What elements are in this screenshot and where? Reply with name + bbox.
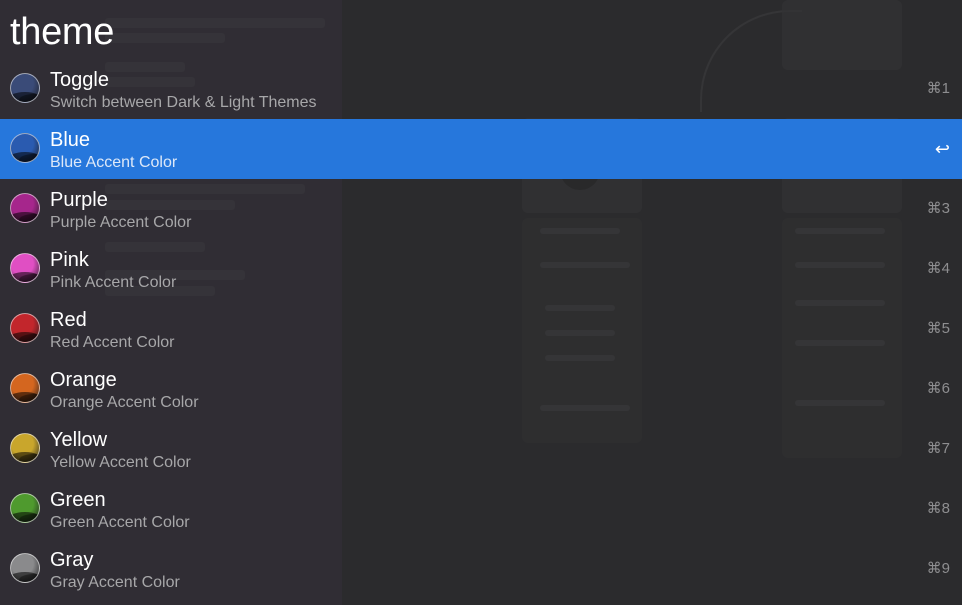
result-row-toggle[interactable]: Toggle Switch between Dark & Light Theme… (0, 59, 962, 119)
yellow-accent-icon (10, 433, 40, 463)
result-shortcut: ⌘7 (926, 440, 950, 457)
result-title: Gray (50, 549, 94, 571)
result-row-pink[interactable]: Pink Pink Accent Color ⌘4 (0, 239, 962, 299)
result-subtitle: Yellow Accent Color (50, 454, 191, 471)
result-subtitle: Green Accent Color (50, 514, 190, 531)
result-subtitle: Purple Accent Color (50, 214, 192, 231)
result-subtitle: Switch between Dark & Light Themes (50, 94, 317, 111)
result-title: Toggle (50, 69, 109, 91)
pink-accent-icon (10, 253, 40, 283)
orange-accent-icon (10, 373, 40, 403)
green-accent-icon (10, 493, 40, 523)
result-subtitle: Red Accent Color (50, 334, 175, 351)
result-shortcut: ⌘3 (926, 200, 950, 217)
search-query-input[interactable]: theme (10, 6, 910, 58)
red-accent-icon (10, 313, 40, 343)
result-subtitle: Pink Accent Color (50, 274, 177, 291)
result-row-yellow[interactable]: Yellow Yellow Accent Color ⌘7 (0, 419, 962, 479)
result-shortcut: ⌘5 (926, 320, 950, 337)
result-shortcut: ⌘9 (926, 560, 950, 577)
result-row-orange[interactable]: Orange Orange Accent Color ⌘6 (0, 359, 962, 419)
result-subtitle: Orange Accent Color (50, 394, 199, 411)
result-title: Purple (50, 189, 108, 211)
result-row-purple[interactable]: Purple Purple Accent Color ⌘3 (0, 179, 962, 239)
result-shortcut: ↩ (934, 139, 950, 159)
gray-accent-icon (10, 553, 40, 583)
result-row-red[interactable]: Red Red Accent Color ⌘5 (0, 299, 962, 359)
result-shortcut: ⌘6 (926, 380, 950, 397)
result-title: Green (50, 489, 106, 511)
result-title: Orange (50, 369, 117, 391)
results-list: Toggle Switch between Dark & Light Theme… (0, 59, 962, 599)
result-title: Red (50, 309, 87, 331)
result-title: Blue (50, 129, 91, 151)
blue-accent-icon (10, 133, 40, 163)
theme-toggle-icon (10, 73, 40, 103)
result-subtitle: Gray Accent Color (50, 574, 180, 591)
result-shortcut: ⌘8 (926, 500, 950, 517)
result-row-gray[interactable]: Gray Gray Accent Color ⌘9 (0, 539, 962, 599)
result-shortcut: ⌘1 (926, 80, 950, 97)
result-title: Yellow (50, 429, 108, 451)
result-shortcut: ⌘4 (926, 260, 950, 277)
purple-accent-icon (10, 193, 40, 223)
result-row-blue[interactable]: Blue Blue Accent Color ↩ (0, 119, 962, 179)
result-title: Pink (50, 249, 89, 271)
result-row-green[interactable]: Green Green Accent Color ⌘8 (0, 479, 962, 539)
result-subtitle: Blue Accent Color (50, 154, 178, 171)
launcher-panel: theme Toggle Switch between Dark & Light… (0, 0, 962, 605)
